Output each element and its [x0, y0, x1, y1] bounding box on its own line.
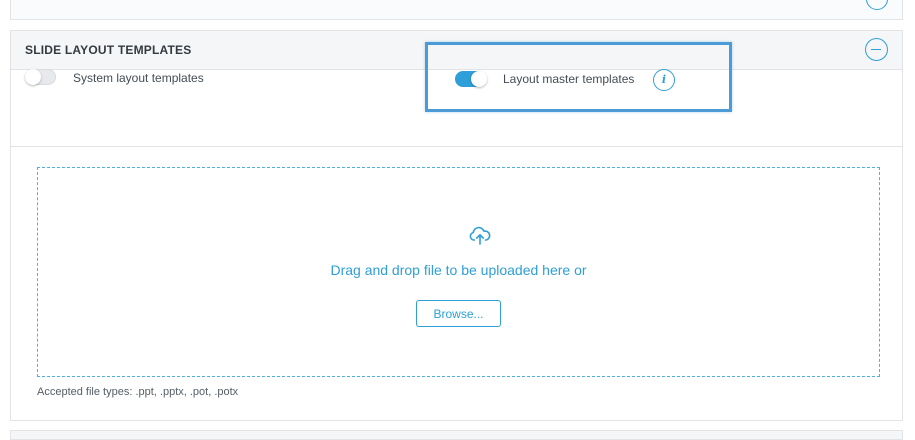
- slide-layout-templates-panel: SLIDE LAYOUT TEMPLATES Drag and drop fil…: [10, 30, 903, 421]
- info-icon[interactable]: i: [653, 69, 675, 91]
- accepted-file-types: Accepted file types: .ppt, .pptx, .pot, …: [37, 386, 239, 398]
- toggle-knob: [25, 69, 41, 85]
- panel-header[interactable]: SLIDE LAYOUT TEMPLATES: [11, 31, 902, 70]
- system-layout-toggle[interactable]: [25, 69, 56, 85]
- browse-button[interactable]: Browse...: [416, 300, 501, 327]
- panel-title: SLIDE LAYOUT TEMPLATES: [25, 43, 192, 57]
- collapse-minus-icon[interactable]: [865, 38, 888, 61]
- next-section-panel: [10, 430, 903, 440]
- file-drop-zone[interactable]: Drag and drop file to be uploaded here o…: [37, 167, 880, 377]
- drop-prompt-text: Drag and drop file to be uploaded here o…: [330, 262, 587, 278]
- toggle-knob: [471, 71, 487, 87]
- previous-section-panel: [10, 0, 903, 20]
- section-toggle-icon[interactable]: [866, 0, 888, 10]
- cloud-upload-icon: [469, 226, 491, 245]
- system-layout-label: System layout templates: [73, 71, 204, 85]
- layout-master-toggle[interactable]: [455, 71, 487, 87]
- layout-master-label: Layout master templates: [503, 72, 635, 86]
